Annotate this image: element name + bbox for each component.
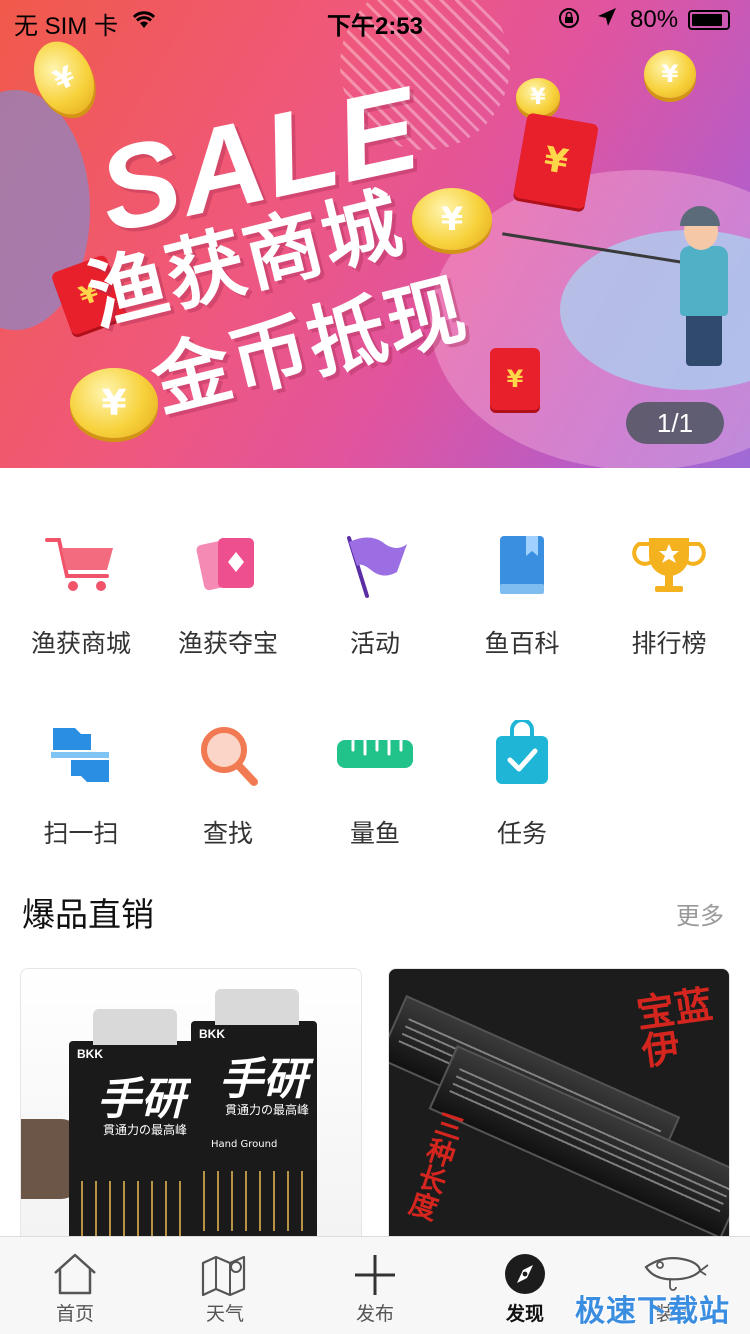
- package-hanger: [93, 1009, 177, 1045]
- battery-percent: 80%: [630, 6, 679, 33]
- fisherman-figure: [680, 246, 728, 316]
- product-package: BKK 手研 貫通力の最高峰 Hand Ground: [191, 989, 317, 1257]
- tab-label: 首页: [55, 1303, 94, 1325]
- flag-icon: [335, 530, 415, 600]
- menu-label: 活动: [349, 629, 400, 658]
- package-title: 手研: [219, 1054, 307, 1105]
- menu-item-activity[interactable]: 活动: [300, 530, 450, 660]
- compass-icon: [500, 1251, 550, 1297]
- package-hanger: [215, 989, 299, 1025]
- menu-item-encyclopedia[interactable]: 鱼百科: [447, 530, 597, 660]
- more-link[interactable]: 更多: [676, 896, 724, 931]
- trophy-icon: [629, 530, 709, 600]
- package-subtitle: 貫通力の最高峰: [103, 1123, 188, 1137]
- menu-item-search[interactable]: 查找: [153, 720, 303, 850]
- fisherman-figure: [686, 312, 722, 366]
- tab-label: 天气: [205, 1303, 244, 1325]
- package-brand: BKK: [199, 1027, 225, 1041]
- battery-icon: [688, 10, 730, 30]
- promo-banner[interactable]: 无 SIM 卡 下午2:53 80% ¥ ¥ ¥ ¥ ¥ ¥ ¥ ¥ SALE …: [0, 0, 750, 468]
- tab-home[interactable]: 首页: [0, 1237, 150, 1334]
- menu-label: 排行榜: [631, 629, 707, 658]
- weather-map-icon: [200, 1251, 250, 1297]
- cards-icon: [188, 530, 268, 600]
- status-bar: 无 SIM 卡 下午2:53 80%: [0, 0, 750, 40]
- menu-item-scan[interactable]: 扫一扫: [6, 720, 156, 850]
- search-icon: [188, 720, 268, 790]
- package-brand: BKK: [77, 1047, 103, 1061]
- plus-icon: [350, 1251, 400, 1297]
- coin-icon: ¥: [70, 368, 158, 438]
- red-envelope-icon: ¥: [490, 348, 540, 410]
- coin-icon: ¥: [516, 78, 560, 116]
- product-card[interactable]: 宝蓝伊 三种长度: [388, 968, 730, 1258]
- section-title: 爆品直销: [22, 895, 154, 934]
- menu-item-measure[interactable]: 量鱼: [300, 720, 450, 850]
- product-caption: 三种长度: [402, 1106, 469, 1224]
- product-package: BKK 手研 貫通力の最高峰: [69, 1009, 209, 1257]
- package-title: 手研: [97, 1074, 185, 1125]
- menu-label: 扫一扫: [43, 819, 119, 848]
- menu-label: 量鱼: [349, 819, 400, 848]
- banner-pager: 1/1: [626, 402, 724, 444]
- ruler-icon: [335, 720, 415, 790]
- home-icon: [50, 1251, 100, 1297]
- menu-label: 鱼百科: [484, 629, 560, 658]
- red-envelope-icon: ¥: [513, 112, 599, 210]
- watermark: 极速下载站: [575, 1294, 730, 1329]
- tab-label: 发布: [355, 1303, 394, 1325]
- menu-item-task[interactable]: 任务: [447, 718, 597, 850]
- product-card[interactable]: BKK 手研 貫通力の最高峰 BKK 手研 貫通力の最高峰 Hand Groun…: [20, 968, 362, 1258]
- task-bag-icon: [482, 718, 562, 790]
- package-subtitle: 貫通力の最高峰: [225, 1103, 310, 1117]
- product-brand-mark: 宝蓝伊: [633, 982, 716, 1074]
- cart-icon: [41, 530, 121, 600]
- tab-weather[interactable]: 天气: [150, 1237, 300, 1334]
- menu-label: 渔获商城: [30, 629, 131, 658]
- menu-label: 任务: [496, 819, 547, 848]
- location-arrow-icon: [596, 6, 618, 34]
- menu-item-shop[interactable]: 渔获商城: [6, 530, 156, 660]
- tab-publish[interactable]: 发布: [300, 1237, 450, 1334]
- coin-icon: ¥: [644, 50, 696, 98]
- hooks-image: [203, 1171, 305, 1231]
- menu-label: 查找: [202, 819, 253, 848]
- package-label: Hand Ground: [211, 1139, 278, 1150]
- hooks-image: [81, 1181, 197, 1241]
- menu-item-ranking[interactable]: 排行榜: [594, 530, 744, 660]
- orientation-lock-icon: [558, 7, 580, 35]
- scan-icon: [41, 720, 121, 790]
- menu-item-treasure[interactable]: 渔获夺宝: [153, 530, 303, 660]
- book-icon: [482, 530, 562, 600]
- menu-label: 渔获夺宝: [177, 629, 278, 658]
- coin-icon: ¥: [412, 188, 492, 250]
